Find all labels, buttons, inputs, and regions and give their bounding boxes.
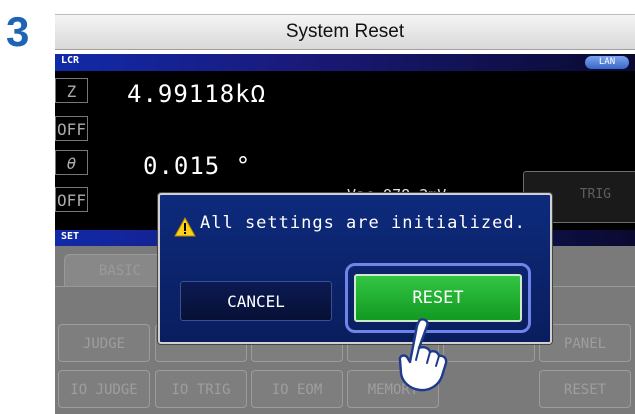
io-eom-button[interactable]: IO EOM bbox=[251, 370, 343, 408]
panel-button[interactable]: PANEL bbox=[539, 324, 631, 362]
step-number: 3 bbox=[6, 8, 30, 55]
param-theta-button[interactable]: θ bbox=[55, 150, 88, 175]
param-z-button[interactable]: Z bbox=[55, 78, 88, 103]
lan-badge: LAN bbox=[585, 56, 629, 69]
dialog-message: All settings are initialized. bbox=[200, 213, 526, 233]
off-button-2[interactable]: OFF bbox=[55, 187, 88, 212]
off-button-1[interactable]: OFF bbox=[55, 116, 88, 141]
warning-icon bbox=[174, 217, 196, 237]
pointing-hand-icon bbox=[398, 318, 448, 392]
set-label: SET bbox=[61, 231, 80, 242]
reset-menu-button[interactable]: RESET bbox=[539, 370, 631, 408]
page-title: System Reset bbox=[55, 14, 635, 50]
phase-value: 0.015 ° bbox=[143, 152, 252, 180]
io-trig-button[interactable]: IO TRIG bbox=[155, 370, 247, 408]
confirm-dialog: All settings are initialized. CANCEL RES… bbox=[158, 193, 552, 344]
trig-label: TRIG bbox=[579, 187, 611, 202]
reset-button[interactable]: RESET bbox=[354, 274, 522, 322]
cancel-button[interactable]: CANCEL bbox=[180, 281, 332, 321]
lcr-label: LCR bbox=[61, 55, 80, 66]
judge-button[interactable]: JUDGE bbox=[58, 324, 150, 362]
lcr-header-bar: LCR LAN bbox=[55, 54, 635, 71]
io-judge-button[interactable]: IO JUDGE bbox=[58, 370, 150, 408]
impedance-value: 4.99118kΩ bbox=[127, 80, 267, 108]
